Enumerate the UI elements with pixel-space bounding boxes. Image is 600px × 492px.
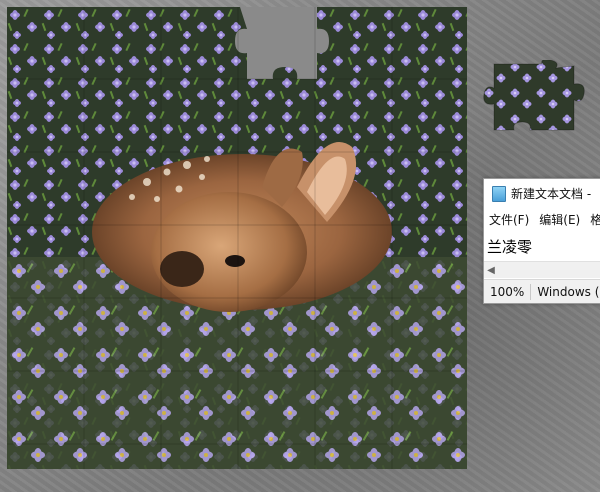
loose-puzzle-piece[interactable] (482, 59, 586, 136)
loose-piece-image (483, 59, 585, 131)
notepad-title: 新建文本文档 - (511, 186, 592, 201)
status-divider (530, 284, 532, 300)
notepad-icon (492, 185, 506, 202)
notepad-menubar: 文件(F) 编辑(E) 格 (484, 207, 600, 231)
menu-format[interactable]: 格 (590, 211, 600, 228)
menu-file[interactable]: 文件(F) (489, 211, 529, 228)
line-ending: Windows (C (537, 285, 600, 299)
scroll-left-icon[interactable]: ◀ (484, 265, 498, 276)
menu-edit[interactable]: 编辑(E) (539, 211, 580, 228)
puzzle-image (7, 7, 467, 469)
notepad-text-area[interactable]: 兰凌零 (484, 231, 600, 261)
zoom-level: 100% (490, 285, 525, 299)
notepad-titlebar[interactable]: 新建文本文档 - (484, 179, 600, 207)
notepad-window[interactable]: 新建文本文档 - 文件(F) 编辑(E) 格 兰凌零 ◀ 100% Window… (483, 178, 600, 304)
notepad-content: 兰凌零 (487, 237, 533, 256)
horizontal-scrollbar[interactable]: ◀ (484, 261, 600, 278)
puzzle-board[interactable] (7, 7, 467, 469)
notepad-statusbar: 100% Windows (C (484, 279, 600, 303)
